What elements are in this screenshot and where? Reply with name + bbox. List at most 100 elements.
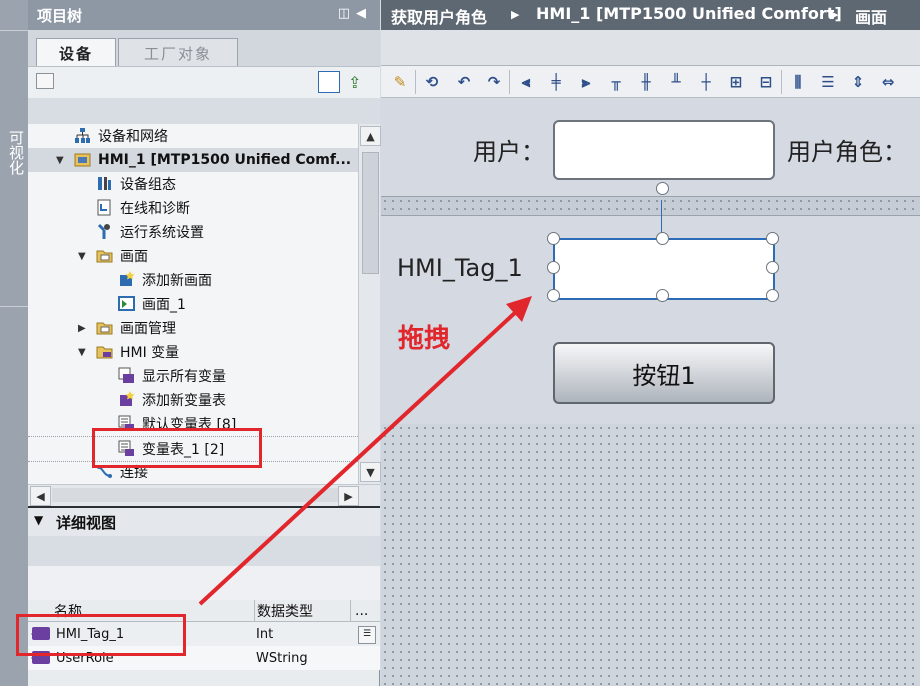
align-right-icon[interactable]: ⫸: [575, 71, 597, 93]
resize-handle[interactable]: [547, 261, 560, 274]
visualization-side-tab[interactable]: 可视化: [0, 0, 28, 686]
details-button[interactable]: ☰: [358, 626, 376, 644]
center-vertical-icon[interactable]: ⊟: [755, 71, 777, 93]
diagnostics-icon: [96, 199, 113, 216]
distribute-vertical-icon[interactable]: ☰: [817, 71, 839, 93]
rotate-left-icon[interactable]: ↶: [453, 71, 475, 93]
tab-plant-objects[interactable]: 工厂对象: [118, 38, 238, 67]
folder-icon: [96, 343, 113, 360]
align-middle-icon[interactable]: ╫: [635, 71, 657, 93]
same-height-icon[interactable]: ⇕: [847, 71, 869, 93]
column-header-type[interactable]: 数据类型: [254, 600, 313, 621]
tree-item-screens[interactable]: ▼ 画面: [28, 244, 358, 268]
tree-horizontal-scrollbar[interactable]: ◀ ▶: [28, 484, 380, 506]
align-center-icon[interactable]: ╪: [545, 71, 567, 93]
tree-item-add-tag-table[interactable]: 添加新变量表: [28, 388, 358, 412]
panel-layout-icon[interactable]: ◫: [338, 6, 356, 21]
user-role-label: 用户角色：: [787, 138, 907, 166]
tree-item-add-screen[interactable]: 添加新画面: [28, 268, 358, 292]
network-icon: [74, 127, 91, 144]
tree-item-show-all-tags[interactable]: 显示所有变量: [28, 364, 358, 388]
breadcrumb-device[interactable]: HMI_1 [MTP1500 Unified Comfort]: [536, 4, 842, 23]
tree-item-screen-management[interactable]: ▶ 画面管理: [28, 316, 358, 340]
tree-item-label: 画面: [120, 249, 148, 265]
list-view-icon[interactable]: [318, 71, 340, 93]
format-painter-icon[interactable]: ✎: [389, 71, 411, 93]
column-header-more[interactable]: ...: [350, 600, 368, 621]
tree-vertical-scrollbar[interactable]: ▲ ▼: [358, 124, 381, 484]
scroll-up-icon[interactable]: ▲: [360, 126, 381, 146]
tree-item-label: 运行系统设置: [120, 225, 204, 241]
screen-editor: 获取用户角色 ▶ HMI_1 [MTP1500 Unified Comfort]…: [381, 0, 920, 686]
center-icon[interactable]: ┼: [695, 71, 717, 93]
button-1[interactable]: 按钮1: [553, 342, 775, 404]
tree-item-hmi-tags[interactable]: ▼ HMI 变量: [28, 340, 358, 364]
editor-canvas[interactable]: [381, 424, 920, 686]
expand-toggle-icon[interactable]: ▼: [56, 155, 66, 166]
tree-item-device-config[interactable]: 设备组态: [28, 172, 358, 196]
tree-item-label: 设备组态: [120, 177, 176, 193]
add-tag-table-icon: [118, 391, 135, 408]
expand-toggle-icon[interactable]: ▼: [78, 251, 88, 262]
tree-item-hmi-1[interactable]: ▼ HMI_1 [MTP1500 Unified Comf...: [28, 148, 358, 172]
scroll-down-icon[interactable]: ▼: [360, 462, 381, 482]
resize-handle[interactable]: [766, 261, 779, 274]
tab-devices[interactable]: 设备: [36, 38, 116, 67]
project-tree-tabs: 设备 工厂对象: [28, 30, 380, 67]
tree-item-label: 在线和诊断: [120, 201, 190, 217]
tree-item-runtime-settings[interactable]: 运行系统设置: [28, 220, 358, 244]
breadcrumb-project[interactable]: 获取用户角色: [391, 4, 487, 28]
user-io-field[interactable]: [553, 120, 775, 180]
project-tree-panel: 项目树 ◫◀ 设备 工厂对象 ⇪ 设备和网络 ▼ HMI_1 [MTP1500 …: [28, 0, 381, 686]
scroll-thumb[interactable]: [362, 152, 379, 274]
tree-item-label: HMI 变量: [120, 345, 180, 361]
chevron-down-icon[interactable]: ▼: [34, 513, 43, 527]
highlight-tag-row: [16, 614, 186, 656]
hmi-screen-area[interactable]: HMI_Tag_1 按钮1: [381, 216, 920, 424]
align-left-icon[interactable]: ⫷: [515, 71, 537, 93]
tag-type: Int: [256, 626, 274, 642]
tag-label: HMI_Tag_1: [397, 254, 523, 282]
resize-handle[interactable]: [766, 232, 779, 245]
device-config-icon: [96, 175, 113, 192]
resize-handle[interactable]: [656, 289, 669, 302]
scroll-right-icon[interactable]: ▶: [338, 486, 359, 506]
project-tree-header: 项目树 ◫◀: [28, 0, 380, 30]
export-icon[interactable]: ⇪: [348, 73, 366, 92]
breadcrumb-separator-icon: ▶: [511, 8, 520, 21]
expand-toggle-icon[interactable]: ▼: [78, 347, 88, 358]
same-width-icon[interactable]: ⇔: [877, 71, 899, 93]
resize-handle[interactable]: [656, 232, 669, 245]
align-top-icon[interactable]: ╥: [605, 71, 627, 93]
show-tags-icon: [118, 367, 135, 384]
user-label: 用户：: [473, 138, 545, 166]
tree-item-online-diagnostics[interactable]: 在线和诊断: [28, 196, 358, 220]
highlight-tag-table: [92, 428, 262, 468]
new-device-icon[interactable]: [36, 73, 54, 89]
screen-icon: [118, 295, 135, 312]
tree-item-label: 画面管理: [120, 321, 176, 337]
rotate-right-icon[interactable]: ↷: [483, 71, 505, 93]
align-bottom-icon[interactable]: ╨: [665, 71, 687, 93]
detail-view-title: 详细视图: [56, 514, 117, 532]
center-horizontal-icon[interactable]: ⊞: [725, 71, 747, 93]
scroll-left-icon[interactable]: ◀: [30, 486, 51, 506]
detail-view-header[interactable]: ▼ 详细视图: [28, 506, 380, 536]
breadcrumb-separator-icon: ▶: [830, 8, 839, 21]
tree-item-devices-networks[interactable]: 设备和网络: [28, 124, 358, 148]
tree-item-label: 画面_1: [142, 297, 186, 313]
scroll-thumb[interactable]: [52, 488, 352, 502]
resize-handle[interactable]: [547, 232, 560, 245]
distribute-horizontal-icon[interactable]: ⫼: [787, 71, 809, 93]
resize-handle[interactable]: [547, 289, 560, 302]
tree-item-screen-1[interactable]: 画面_1: [28, 292, 358, 316]
tree-item-label: 添加新画面: [142, 273, 212, 289]
breadcrumb-screens[interactable]: 画面: [855, 4, 887, 28]
collapse-panel-icon[interactable]: ◀: [356, 6, 372, 21]
rotate-handle[interactable]: [656, 182, 669, 195]
expand-toggle-icon[interactable]: ▶: [78, 323, 88, 334]
rotate-icon[interactable]: ⟲: [421, 71, 443, 93]
resize-handle[interactable]: [766, 289, 779, 302]
side-tab-label: 可视化: [7, 130, 25, 175]
project-tree-title: 项目树: [37, 7, 83, 25]
